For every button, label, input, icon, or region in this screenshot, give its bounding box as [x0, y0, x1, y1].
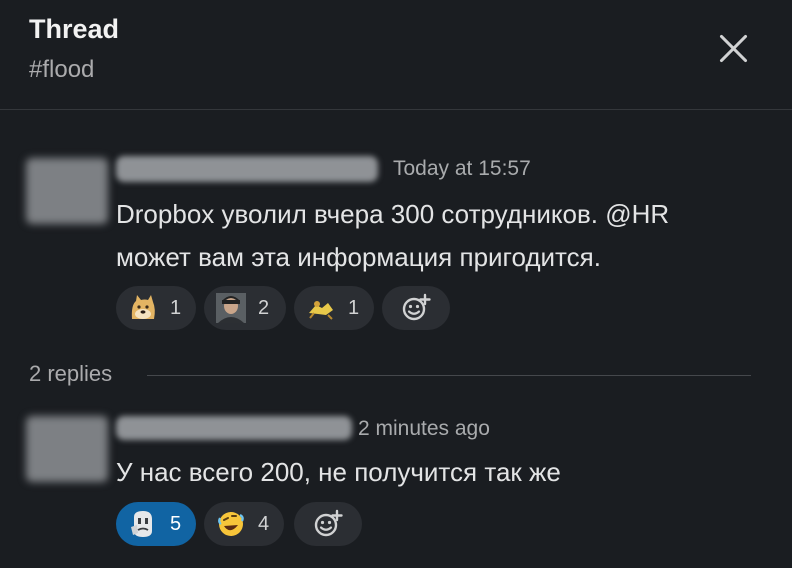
- doge-icon: [131, 295, 155, 319]
- crawling-figure-icon: [309, 301, 333, 320]
- avatar[interactable]: [26, 416, 108, 482]
- reaction-crawling-figure[interactable]: 1: [294, 286, 374, 330]
- channel-name[interactable]: #flood: [29, 56, 94, 84]
- thread-header: Thread #flood: [0, 0, 792, 110]
- reaction-count: 2: [258, 296, 270, 319]
- reaction-count: 4: [258, 512, 270, 535]
- message-timestamp[interactable]: Today at 15:57: [393, 157, 531, 181]
- reaction-count: 1: [170, 296, 182, 319]
- message-text-line: У нас всего 200, не получится так же: [116, 457, 561, 487]
- reaction-doge[interactable]: 1: [116, 286, 196, 330]
- sender-name[interactable]: [116, 416, 352, 440]
- reaction-count: 5: [170, 512, 182, 535]
- close-icon[interactable]: [716, 32, 750, 66]
- sender-name[interactable]: [116, 156, 378, 182]
- message-text-line: может вам эта информация пригодится.: [116, 242, 601, 272]
- replies-count: 2 replies: [29, 361, 113, 386]
- thinking-face-icon: [131, 511, 152, 537]
- add-reaction-icon: [314, 509, 343, 537]
- divider-line: [147, 375, 751, 376]
- reaction-count: 1: [348, 296, 360, 319]
- add-reaction-icon: [402, 293, 431, 321]
- rofl-icon: [218, 512, 244, 536]
- reaction-rofl[interactable]: 4: [204, 502, 284, 546]
- thread-title: Thread: [29, 14, 120, 44]
- reaction-person-photo[interactable]: 2: [204, 286, 286, 330]
- reaction-thinking-face[interactable]: 5: [116, 502, 196, 546]
- avatar[interactable]: [26, 158, 108, 224]
- replies-divider: 2 replies: [29, 361, 751, 391]
- person-photo-icon: [216, 293, 246, 323]
- add-reaction-button[interactable]: [382, 286, 450, 330]
- message-text-line: Dropbox уволил вчера 300 сотрудников. @H…: [116, 199, 670, 229]
- add-reaction-button[interactable]: [294, 502, 362, 546]
- message-timestamp[interactable]: 2 minutes ago: [358, 417, 490, 441]
